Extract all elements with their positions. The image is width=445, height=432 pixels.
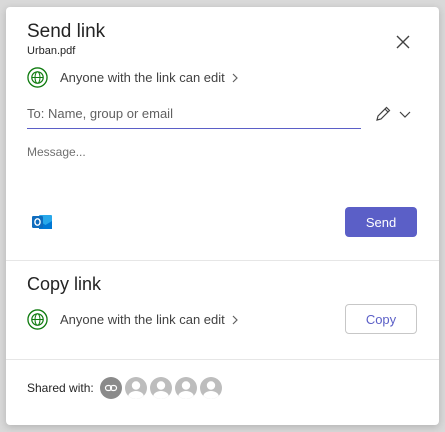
chevron-right-icon [232, 315, 238, 324]
globe-icon [27, 67, 48, 88]
section-divider [6, 260, 439, 261]
chevron-down-icon [399, 111, 411, 118]
link-avatar[interactable] [99, 377, 122, 399]
send-permission-label: Anyone with the link can edit [60, 70, 225, 85]
pencil-icon [376, 106, 391, 121]
shared-with-row: Shared with: [27, 377, 225, 399]
outlook-button[interactable] [31, 212, 53, 232]
copy-button[interactable]: Copy [345, 304, 417, 334]
person-avatar[interactable] [174, 377, 197, 399]
section-divider [6, 359, 439, 360]
file-name: Urban.pdf [27, 45, 76, 57]
outlook-icon [32, 215, 52, 229]
send-permission-selector[interactable]: Anyone with the link can edit [27, 67, 239, 88]
chevron-right-icon [232, 73, 238, 82]
person-avatar[interactable] [124, 377, 147, 399]
share-dialog: Send link Urban.pdf Anyone with the link… [6, 7, 439, 425]
person-icon [127, 381, 144, 399]
person-icon [152, 381, 169, 399]
globe-icon [27, 309, 48, 330]
recipient-input[interactable] [27, 103, 361, 129]
person-avatar[interactable] [149, 377, 172, 399]
permission-dropdown-button[interactable] [398, 108, 412, 120]
person-icon [177, 381, 194, 399]
copy-permission-selector[interactable]: Anyone with the link can edit [27, 309, 239, 330]
message-input[interactable] [27, 145, 417, 195]
shared-with-label: Shared with: [27, 381, 94, 395]
copy-permission-label: Anyone with the link can edit [60, 312, 225, 327]
close-button[interactable] [392, 31, 414, 53]
send-link-section: Send link Urban.pdf Anyone with the link… [6, 7, 439, 261]
copy-link-title: Copy link [27, 274, 102, 294]
person-avatar[interactable] [199, 377, 222, 399]
link-icon [104, 384, 117, 392]
send-button[interactable]: Send [345, 207, 417, 237]
close-icon [396, 35, 410, 49]
edit-permission-button[interactable] [374, 105, 392, 123]
send-link-title: Send link [27, 21, 106, 42]
person-icon [202, 381, 219, 399]
